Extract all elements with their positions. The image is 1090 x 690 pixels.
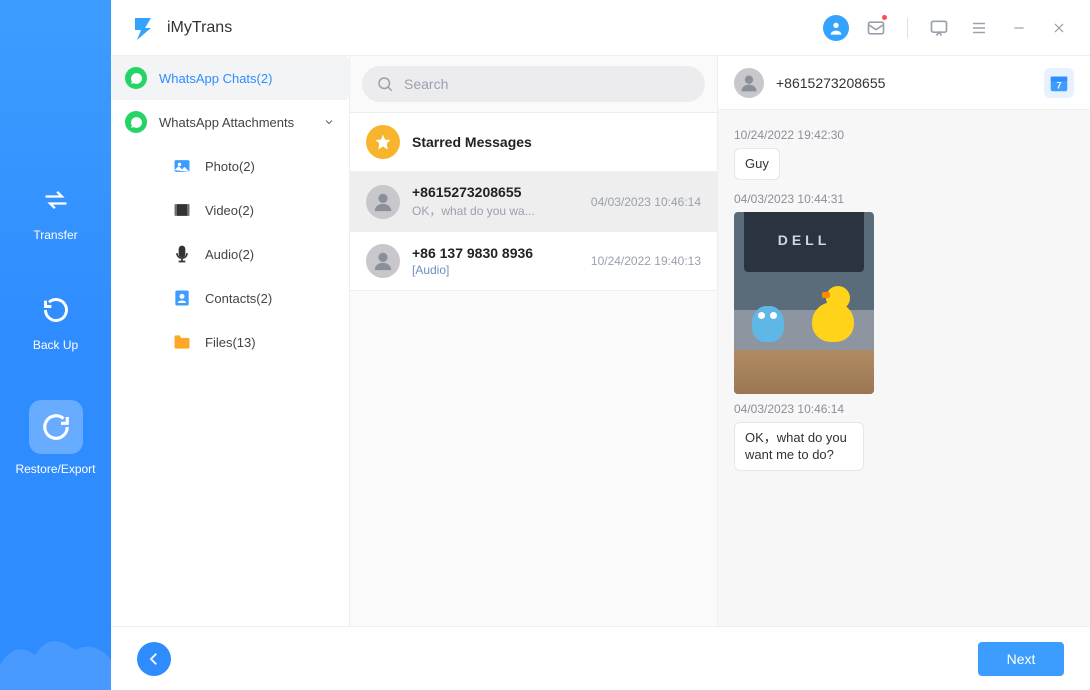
- transfer-icon: [36, 180, 76, 220]
- message-timestamp: 04/03/2023 10:46:14: [734, 402, 1074, 416]
- video-icon: [171, 199, 193, 221]
- category-photo[interactable]: Photo(2): [157, 144, 349, 188]
- category-files[interactable]: Files(13): [157, 320, 349, 364]
- nav-label: Back Up: [33, 338, 78, 352]
- close-icon: [1052, 21, 1066, 35]
- search-wrap: Search: [350, 56, 717, 112]
- conversation-header: +8615273208655 7: [718, 56, 1090, 110]
- calendar-button[interactable]: 7: [1044, 68, 1074, 98]
- photo-icon: [171, 155, 193, 177]
- divider: [907, 18, 908, 38]
- chat-row[interactable]: +86 137 9830 8936 [Audio] 10/24/2022 19:…: [350, 232, 717, 291]
- category-whatsapp-attachments[interactable]: WhatsApp Attachments: [111, 100, 349, 144]
- feedback-button[interactable]: [926, 15, 952, 41]
- message-image[interactable]: DELL: [734, 212, 874, 394]
- account-icon: [823, 15, 849, 41]
- backup-icon: [36, 290, 76, 330]
- app-title: iMyTrans: [167, 19, 232, 37]
- avatar-icon: [366, 185, 400, 219]
- menu-button[interactable]: [966, 15, 992, 41]
- chat-time: 04/03/2023 10:46:14: [591, 195, 701, 209]
- nav-backup[interactable]: Back Up: [0, 290, 111, 352]
- contacts-icon: [171, 287, 193, 309]
- message-timestamp: 04/03/2023 10:44:31: [734, 192, 1074, 206]
- inbox-icon: [866, 18, 886, 38]
- attachment-subcategories: Photo(2) Video(2) Audio(2) Contacts(2) F…: [111, 144, 349, 364]
- audio-icon: [171, 243, 193, 265]
- chat-preview: OK，what do you wa...: [412, 202, 579, 219]
- app-header: iMyTrans: [111, 0, 1090, 56]
- nav-transfer[interactable]: Transfer: [0, 180, 111, 242]
- message-timestamp: 10/24/2022 19:42:30: [734, 128, 1074, 142]
- arrow-left-icon: [145, 650, 163, 668]
- minimize-button[interactable]: [1006, 15, 1032, 41]
- category-contacts[interactable]: Contacts(2): [157, 276, 349, 320]
- menu-icon: [970, 19, 988, 37]
- message-bubble: OK，what do you want me to do?: [734, 422, 864, 471]
- conversation-column: +8615273208655 7 10/24/2022 19:42:30 Guy…: [718, 56, 1090, 626]
- chat-name: +8615273208655: [412, 184, 579, 200]
- category-label: Files(13): [205, 335, 256, 350]
- cloud-decoration: [0, 620, 111, 690]
- conversation-contact: +8615273208655: [776, 75, 1032, 91]
- category-label: Photo(2): [205, 159, 255, 174]
- category-label: Audio(2): [205, 247, 254, 262]
- restore-icon: [29, 400, 83, 454]
- category-label: Video(2): [205, 203, 254, 218]
- starred-messages-row[interactable]: Starred Messages: [350, 112, 717, 172]
- category-label: WhatsApp Attachments: [159, 115, 294, 130]
- search-input[interactable]: Search: [362, 66, 705, 102]
- avatar-icon: [734, 68, 764, 98]
- close-button[interactable]: [1046, 15, 1072, 41]
- category-video[interactable]: Video(2): [157, 188, 349, 232]
- chat-name: +86 137 9830 8936: [412, 245, 579, 261]
- inbox-button[interactable]: [863, 15, 889, 41]
- image-brand-text: DELL: [778, 232, 831, 248]
- back-button[interactable]: [137, 642, 171, 676]
- svg-text:7: 7: [1056, 80, 1061, 90]
- nav-rail: Transfer Back Up Restore/Export: [0, 0, 111, 690]
- chevron-down-icon: [323, 116, 335, 128]
- notification-dot: [882, 15, 887, 20]
- content-columns: WhatsApp Chats(2) WhatsApp Attachments P…: [111, 56, 1090, 626]
- nav-label: Restore/Export: [15, 462, 95, 476]
- header-actions: [823, 15, 1072, 41]
- app-logo: iMyTrans: [129, 14, 232, 42]
- minimize-icon: [1012, 21, 1026, 35]
- folder-icon: [171, 331, 193, 353]
- next-button[interactable]: Next: [978, 642, 1064, 676]
- category-label: WhatsApp Chats(2): [159, 71, 272, 86]
- chat-list-column: Search Starred Messages +8615273208655 O…: [350, 56, 718, 626]
- category-sidebar: WhatsApp Chats(2) WhatsApp Attachments P…: [111, 56, 350, 626]
- chat-icon: [929, 18, 949, 38]
- conversation-body[interactable]: 10/24/2022 19:42:30 Guy 04/03/2023 10:44…: [718, 110, 1090, 626]
- message-bubble: Guy: [734, 148, 780, 180]
- nav-restore-export[interactable]: Restore/Export: [0, 400, 111, 476]
- footer: Next: [111, 626, 1090, 690]
- search-icon: [376, 75, 394, 93]
- category-audio[interactable]: Audio(2): [157, 232, 349, 276]
- category-whatsapp-chats[interactable]: WhatsApp Chats(2): [111, 56, 349, 100]
- chat-time: 10/24/2022 19:40:13: [591, 254, 701, 268]
- calendar-icon: 7: [1048, 72, 1070, 94]
- category-label: Contacts(2): [205, 291, 272, 306]
- account-button[interactable]: [823, 15, 849, 41]
- star-icon: [366, 125, 400, 159]
- main-area: iMyTrans: [111, 0, 1090, 690]
- chat-preview: [Audio]: [412, 263, 579, 277]
- search-placeholder: Search: [404, 76, 448, 92]
- chat-row[interactable]: +8615273208655 OK，what do you wa... 04/0…: [350, 172, 717, 232]
- logo-icon: [129, 14, 157, 42]
- starred-label: Starred Messages: [412, 134, 701, 150]
- nav-label: Transfer: [33, 228, 77, 242]
- whatsapp-icon: [125, 111, 147, 133]
- avatar-icon: [366, 244, 400, 278]
- whatsapp-icon: [125, 67, 147, 89]
